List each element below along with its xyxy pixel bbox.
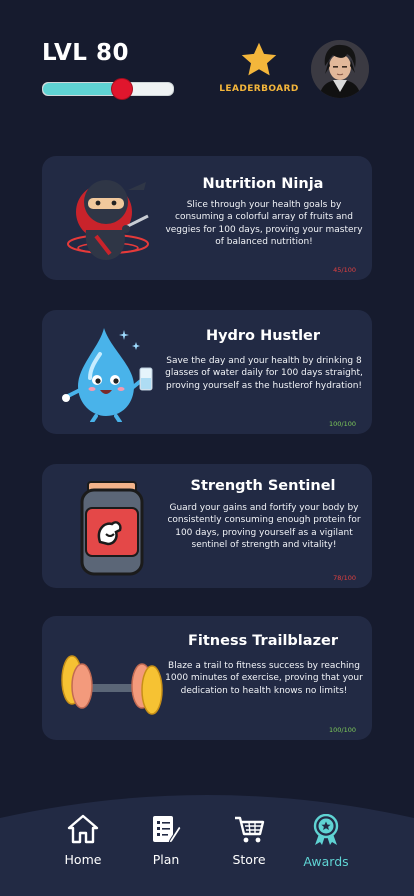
cart-icon bbox=[235, 816, 265, 843]
dumbbell-icon bbox=[61, 655, 163, 715]
ninja-icon bbox=[67, 180, 149, 260]
nav-plan[interactable]: Plan bbox=[131, 814, 201, 867]
card-description: Save the day and your health by drinking… bbox=[165, 356, 363, 391]
plan-icon bbox=[153, 816, 182, 844]
header: LVL 80 LEADERBOARD bbox=[0, 0, 414, 120]
nav-label: Awards bbox=[303, 854, 349, 869]
card-title: Hydro Hustler bbox=[205, 328, 321, 344]
leaderboard-label: LEADERBOARD bbox=[219, 84, 299, 94]
nav-awards[interactable]: Awards bbox=[291, 813, 361, 869]
award-card-fitness-trailblazer[interactable]: Fitness Trailblazer Blaze a trail to fit… bbox=[42, 616, 372, 740]
home-icon bbox=[67, 814, 99, 844]
award-card-hydro-hustler[interactable]: Hydro Hustler Save the day and your heal… bbox=[42, 310, 372, 434]
nav-store[interactable]: Store bbox=[214, 814, 284, 867]
user-avatar[interactable] bbox=[311, 40, 369, 98]
card-progress: 78/100 bbox=[333, 574, 356, 582]
card-title: Fitness Trailblazer bbox=[187, 633, 338, 649]
xp-progress-bar bbox=[42, 78, 174, 100]
nav-label: Plan bbox=[152, 852, 180, 867]
nav-home[interactable]: Home bbox=[48, 814, 118, 867]
bottom-navigation: Home Plan Store Awards bbox=[0, 790, 414, 896]
award-card-nutrition-ninja[interactable]: Nutrition Ninja Slice through your healt… bbox=[42, 156, 372, 280]
card-progress: 100/100 bbox=[328, 726, 356, 734]
water-drop-icon bbox=[62, 328, 153, 422]
xp-progress-knob bbox=[111, 78, 133, 100]
avatar-image bbox=[311, 40, 369, 98]
award-icon bbox=[313, 813, 339, 845]
card-progress: 100/100 bbox=[328, 420, 356, 428]
card-description: Blaze a trail to fitness success by reac… bbox=[165, 661, 363, 696]
card-title: Strength Sentinel bbox=[190, 478, 336, 494]
award-card-strength-sentinel[interactable]: Strength Sentinel Guard your gains and f… bbox=[42, 464, 372, 588]
star-icon bbox=[241, 42, 277, 76]
level-text: LVL 80 bbox=[42, 40, 129, 66]
card-title: Nutrition Ninja bbox=[202, 176, 324, 192]
xp-progress-fill bbox=[43, 83, 121, 95]
card-description: Slice through your health goals by consu… bbox=[165, 200, 363, 247]
card-description: Guard your gains and fortify your body b… bbox=[167, 503, 361, 550]
nav-label: Home bbox=[64, 852, 102, 867]
nav-label: Store bbox=[232, 852, 266, 867]
card-progress: 45/100 bbox=[333, 266, 356, 274]
leaderboard-button[interactable]: LEADERBOARD bbox=[218, 42, 300, 94]
protein-jar-icon bbox=[80, 481, 144, 576]
